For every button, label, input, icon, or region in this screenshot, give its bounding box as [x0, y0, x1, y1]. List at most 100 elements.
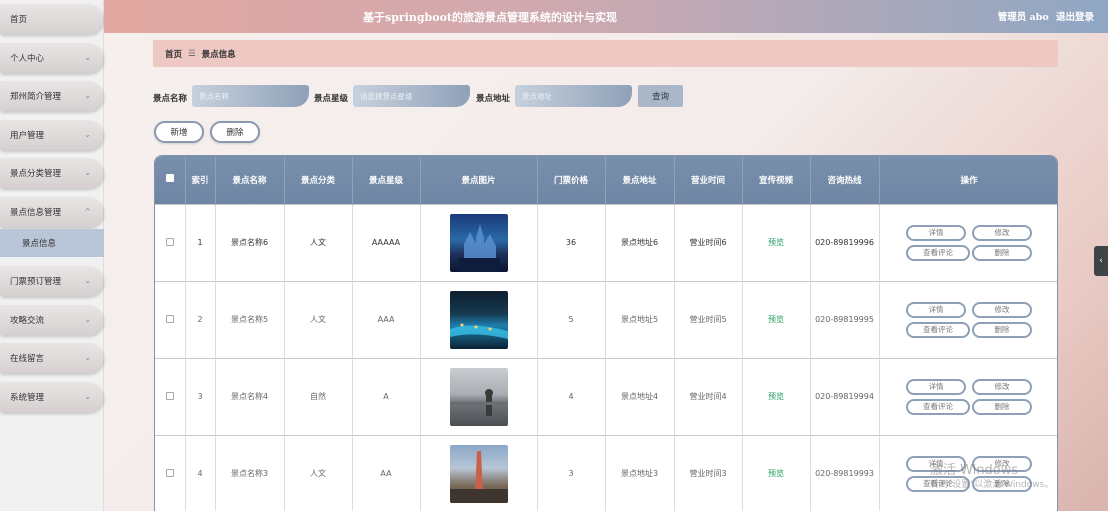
cell-level: A	[352, 358, 421, 435]
sidebar-item-zhengzhou-intro[interactable]: 郑州简介管理 ⌄	[0, 81, 103, 111]
sidebar: 首页 个人中心 ⌄ 郑州简介管理 ⌄ 用户管理 ⌄ 景点分类管理 ⌄ 景点信息管理 ^ 景…	[0, 0, 104, 511]
watermark-line-1: 激活 Windows	[930, 463, 1019, 478]
video-preview-link[interactable]: 预览	[768, 469, 784, 478]
column-header: 门票价格	[537, 156, 606, 204]
cell-hours: 营业时间3	[674, 435, 743, 511]
cell-phone: 020-89819994	[810, 358, 880, 435]
user-area: 管理员 abo 退出登录	[994, 9, 1094, 23]
sidebar-item-user-management[interactable]: 用户管理 ⌄	[0, 120, 103, 150]
cell-index: 1	[185, 204, 216, 281]
attraction-image-tower[interactable]	[449, 444, 508, 503]
cell-hours: 营业时间5	[674, 281, 743, 358]
edit-button[interactable]: 修改	[972, 301, 1032, 318]
address-search-label: 景点地址	[476, 94, 511, 104]
column-header: 景点名称	[215, 156, 285, 204]
cell-address: 景点地址4	[605, 358, 675, 435]
name-search-input[interactable]	[192, 85, 309, 107]
delete-button[interactable]: 删除	[972, 398, 1032, 415]
sidebar-item-guide-exchange[interactable]: 攻略交流 ⌄	[0, 305, 103, 335]
breadcrumb-current: 景点信息	[201, 49, 236, 60]
side-panel-toggle[interactable]: ‹	[1094, 246, 1108, 276]
view-comments-button[interactable]: 查看评论	[906, 398, 970, 415]
column-header: 咨询热线	[810, 156, 880, 204]
sidebar-item-home[interactable]: 首页	[0, 4, 103, 34]
cell-address: 景点地址3	[605, 435, 675, 511]
sidebar-item-online-message[interactable]: 在线留言 ⌄	[0, 343, 103, 373]
sidebar-item-label: 在线留言	[10, 354, 45, 364]
top-header: 基于springboot的旅游景点管理系统的设计与实现 管理员 abo 退出登录	[104, 0, 1108, 33]
level-select[interactable]	[353, 85, 470, 107]
chevron-down-icon: ⌄	[84, 392, 91, 401]
castle-silhouette-icon	[457, 223, 500, 272]
column-header: 景点图片	[420, 156, 538, 204]
add-button[interactable]: 新增	[154, 121, 204, 143]
cell-phone: 020-89819996	[810, 204, 880, 281]
table-row: 3 景点名称4 自然 A 4 景点地址4 营业时间4 预览 020-898199…	[155, 358, 1057, 435]
river-lights-icon	[449, 323, 508, 339]
chevron-down-icon: ⌄	[84, 91, 91, 100]
chevron-down-icon: ⌄	[84, 168, 91, 177]
checkbox-icon[interactable]	[165, 174, 174, 183]
row-checkbox[interactable]	[165, 237, 174, 246]
detail-button[interactable]: 详情	[906, 224, 966, 241]
cell-price: 36	[537, 204, 606, 281]
sidebar-item-label: 首页	[10, 15, 28, 25]
row-checkbox[interactable]	[165, 391, 174, 400]
view-comments-button[interactable]: 查看评论	[906, 244, 970, 261]
query-button[interactable]: 查询	[638, 85, 683, 107]
sidebar-subitem-attraction-info[interactable]: 景点信息	[0, 229, 104, 257]
cell-phone: 020-89819995	[810, 281, 880, 358]
statue-icon	[449, 388, 508, 416]
column-header: 景点星级	[352, 156, 421, 204]
detail-button[interactable]: 详情	[906, 301, 966, 318]
attraction-image-lake[interactable]	[449, 367, 508, 426]
cell-name: 景点名称6	[215, 204, 285, 281]
select-all-checkbox[interactable]	[155, 156, 186, 204]
column-header: 操作	[879, 156, 1057, 204]
address-search-input[interactable]	[515, 85, 632, 107]
level-search-label: 景点星级	[314, 94, 349, 104]
sidebar-item-label: 景点信息	[22, 239, 57, 249]
table-header-row: 索引 景点名称 景点分类 景点星级 景点图片 门票价格 景点地址 营业时间 宣传…	[155, 156, 1057, 204]
attraction-image-river[interactable]	[449, 290, 508, 349]
tower-icon	[449, 450, 508, 503]
cell-name: 景点名称5	[215, 281, 285, 358]
sidebar-item-personal-center[interactable]: 个人中心 ⌄	[0, 43, 103, 73]
sidebar-item-attraction-management[interactable]: 景点信息管理 ^	[0, 197, 103, 227]
attraction-image-castle[interactable]	[449, 213, 508, 272]
sidebar-item-system-management[interactable]: 系统管理 ⌄	[0, 382, 103, 412]
logout-link[interactable]: 退出登录	[1056, 12, 1094, 23]
video-preview-link[interactable]: 预览	[768, 315, 784, 324]
cell-level: AAAAA	[352, 204, 421, 281]
cell-category: 人文	[284, 435, 353, 511]
video-preview-link[interactable]: 预览	[768, 238, 784, 247]
cell-address: 景点地址5	[605, 281, 675, 358]
cell-index: 3	[185, 358, 216, 435]
chevron-down-icon: ⌄	[84, 53, 91, 62]
cell-category: 人文	[284, 281, 353, 358]
batch-delete-button[interactable]: 删除	[210, 121, 260, 143]
detail-button[interactable]: 详情	[906, 378, 966, 395]
chevron-down-icon: ⌄	[84, 276, 91, 285]
edit-button[interactable]: 修改	[972, 224, 1032, 241]
sidebar-item-label: 郑州简介管理	[10, 92, 62, 102]
column-header: 景点分类	[284, 156, 353, 204]
sidebar-item-label: 系统管理	[10, 393, 45, 403]
video-preview-link[interactable]: 预览	[768, 392, 784, 401]
breadcrumb-home[interactable]: 首页	[165, 48, 182, 60]
chevron-down-icon: ⌄	[84, 315, 91, 324]
cell-index: 4	[185, 435, 216, 511]
view-comments-button[interactable]: 查看评论	[906, 321, 970, 338]
table-row: 4 景点名称3 人文 AA 3 景点地址3 营业时间3 预览 020-89819…	[155, 435, 1057, 511]
name-search-label: 景点名称	[153, 94, 188, 104]
row-checkbox[interactable]	[165, 314, 174, 323]
row-checkbox[interactable]	[165, 468, 174, 477]
delete-button[interactable]: 删除	[972, 244, 1032, 261]
cell-phone: 020-89819993	[810, 435, 880, 511]
edit-button[interactable]: 修改	[972, 378, 1032, 395]
breadcrumb: 首页 ☰ 景点信息	[153, 40, 1058, 67]
sidebar-item-ticket-booking[interactable]: 门票预订管理 ⌄	[0, 266, 103, 296]
cell-hours: 营业时间6	[674, 204, 743, 281]
sidebar-item-category-management[interactable]: 景点分类管理 ⌄	[0, 158, 103, 188]
delete-button[interactable]: 删除	[972, 321, 1032, 338]
